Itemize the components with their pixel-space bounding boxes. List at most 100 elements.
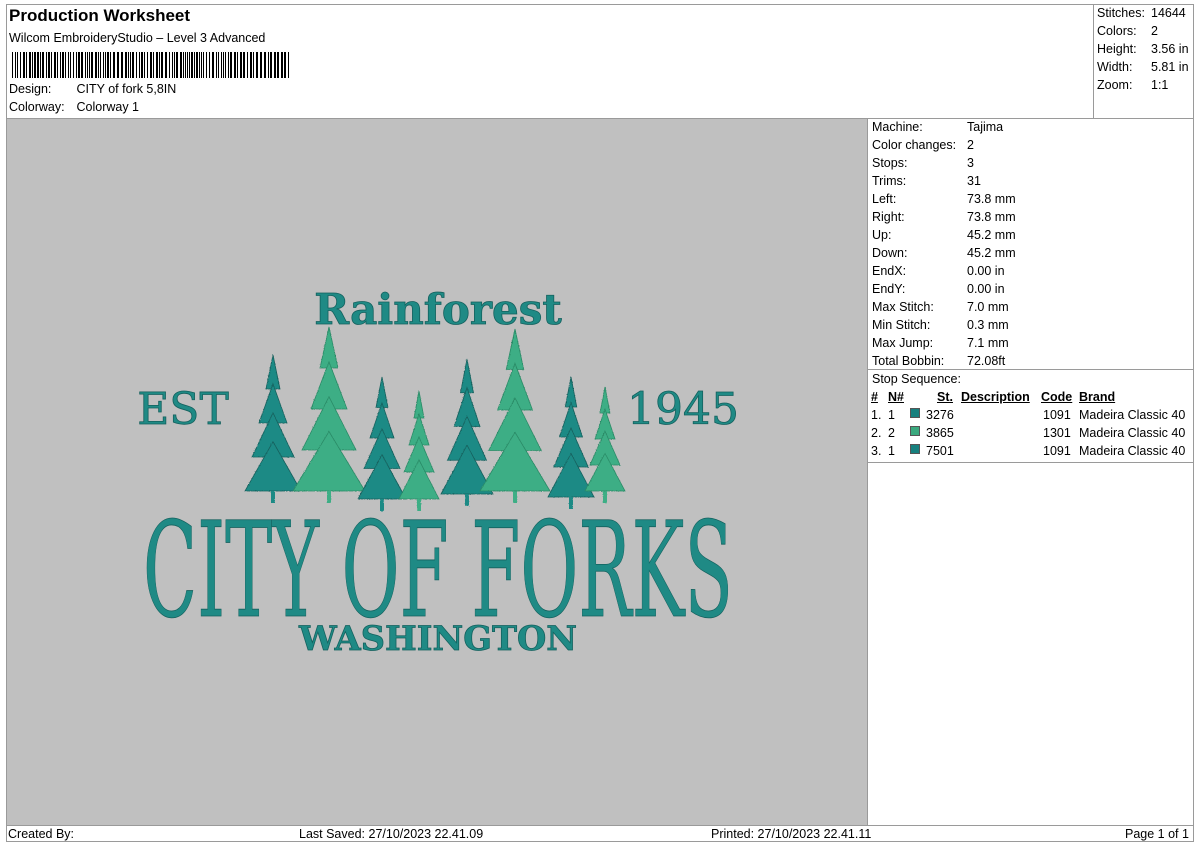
barcode-bar [15,52,16,78]
barcode-bar [76,52,77,78]
stop-sequence-end-divider [868,462,1194,463]
barcode-bar [187,52,188,78]
info-label: Max Stitch: [872,300,934,314]
barcode-bar [260,52,262,78]
info-value: 73.8 mm [967,192,1016,206]
barcode-bar [228,52,229,78]
barcode-bar [203,52,204,78]
thread-color-swatch [910,426,920,436]
barcode-bar [230,52,232,78]
page-number: Page 1 of 1 [1125,827,1189,841]
machine-info-row: Trims: 31 [872,174,981,188]
barcode-bar [12,52,13,78]
info-value: 7.0 mm [967,300,1009,314]
info-label: Stops: [872,156,908,170]
machine-info-row: Down: 45.2 mm [872,246,1016,260]
stitches-value: 14644 [1151,6,1186,20]
software-name: Wilcom EmbroideryStudio – Level 3 Advanc… [9,31,266,45]
barcode-bar [48,52,50,78]
colorway-label: Colorway: [9,100,65,114]
barcode-bar [169,52,170,78]
barcode-bar [125,52,127,78]
barcode-image [12,52,289,78]
info-value: 0.00 in [967,264,1005,278]
info-label: Machine: [872,120,923,134]
barcode-bar [141,52,143,78]
info-label: EndX: [872,264,907,278]
col-stitches: St. [937,390,953,404]
last-saved: Last Saved: 27/10/2023 22.41.09 [299,827,484,841]
col-code: Code [1041,390,1073,404]
barcode-bar [174,52,175,78]
barcode-bar [199,52,200,78]
barcode-bar [150,52,152,78]
barcode-bar [42,52,44,78]
info-value: Tajima [967,120,1004,134]
barcode-bar [237,52,238,78]
thread-brand: Madeira Classic 40 [1079,408,1186,422]
colors-row: Colors: 2 [1097,24,1158,38]
barcode-bar [139,52,140,78]
washington-text: WASHINGTON [298,619,577,659]
stop-sequence-divider [868,369,1194,370]
machine-info-row: Up: 45.2 mm [872,228,1016,242]
barcode-bar [40,52,41,78]
machine-info-row: EndX: 0.00 in [872,264,1005,278]
design-row: Design: CITY of fork 5,8IN [9,82,176,96]
barcode-bar [191,52,193,78]
stop-number: 2. [871,426,882,440]
barcode-bar [26,52,27,78]
barcode-bar [189,52,190,78]
barcode-bar [110,52,111,78]
tree-shape [292,326,366,503]
stitch-count: 3276 [926,408,954,422]
barcode-bar [156,52,158,78]
barcode-bar [209,52,210,78]
barcode-bar [107,52,109,78]
info-value: 45.2 mm [967,246,1016,260]
tree-shape [398,390,440,511]
info-value: 72.08ft [967,354,1006,368]
info-label: EndY: [872,282,906,296]
barcode-bar [113,52,115,78]
barcode-bar [70,52,71,78]
colors-value: 2 [1151,24,1158,38]
barcode-bar [264,52,266,78]
barcode-bar [218,52,219,78]
col-description: Description [961,390,1030,404]
table-row: 2. 2 3865 1301 Madeira Classic 40 [868,426,1194,444]
info-label: Max Jump: [872,336,934,350]
page-title: Production Worksheet [9,6,191,25]
needle-number: 1 [888,408,895,422]
info-label: Right: [872,210,905,224]
thread-brand: Madeira Classic 40 [1079,426,1186,440]
machine-info-row: Machine: Tajima [872,120,1003,134]
barcode-bar [54,52,56,78]
stop-number: 3. [871,444,882,458]
barcode-bar [17,52,18,78]
barcode-bar [100,52,101,78]
barcode-bar [284,52,286,78]
design-summary: Stitches: 14644 Colors: 2 Height: 3.56 in W… [1093,4,1194,118]
barcode-bar [32,52,33,78]
info-label: Down: [872,246,908,260]
barcode-bar [62,52,64,78]
barcode-bar [185,52,186,78]
rainforest-text: Rainforest [314,285,562,334]
col-brand: Brand [1079,390,1116,404]
barcode-bar [161,52,163,78]
barcode-bar [95,52,97,78]
thread-code: 1091 [1043,444,1071,458]
barcode-bar [243,52,245,78]
thread-code: 1091 [1043,408,1071,422]
thread-code: 1301 [1043,426,1071,440]
stitches-label: Stitches: [1097,6,1145,20]
barcode-bar [34,52,36,78]
height-row: Height: 3.56 in [1097,42,1189,56]
barcode-bar [85,52,86,78]
stitch-count: 3865 [926,426,954,440]
barcode-bar [57,52,58,78]
est-text: EST [137,384,229,435]
barcode-bar [130,52,131,78]
info-value: 31 [967,174,981,188]
